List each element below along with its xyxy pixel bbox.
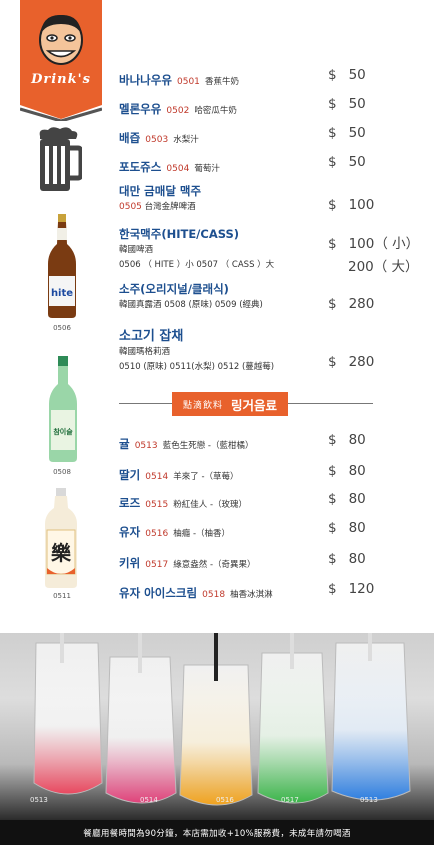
pouch bbox=[179, 664, 253, 806]
beer-mug-icon bbox=[39, 127, 82, 191]
drip-pouches-illustration bbox=[33, 633, 411, 806]
drip-item: 키위 0517 綠意盎然 -（奇異果） bbox=[119, 556, 256, 570]
menu-price: $50 bbox=[328, 154, 366, 170]
drip-price: $80 bbox=[328, 432, 366, 448]
menu-item: 대만 금매달 맥주 0505 台灣金牌啤酒 bbox=[119, 184, 202, 212]
section-tag: 點滴飲料 링거음료 bbox=[172, 392, 288, 416]
menu-item: 소주(오리지널/클래식) 韓國真露酒 0508 (原味) 0509 (經典) bbox=[119, 282, 263, 310]
straw bbox=[290, 633, 294, 669]
drip-item: 딸기 0514 羊來了 -（草莓） bbox=[119, 468, 239, 482]
menu-item: 소고기 잡채 韓國瑪格莉酒 0510 (原味) 0511(水梨) 0512 (蔓… bbox=[119, 329, 275, 372]
menu-price: $50 bbox=[328, 96, 366, 112]
menu-price: $280 bbox=[328, 354, 375, 370]
soju-label: 참이슬 bbox=[53, 427, 73, 436]
drip-price: $80 bbox=[328, 463, 366, 479]
straw bbox=[138, 633, 142, 673]
soju-bottle: 참이슬 bbox=[49, 356, 77, 462]
bottle-code-hite: 0506 bbox=[53, 324, 71, 332]
hite-beer-bottle: hite bbox=[48, 214, 76, 318]
brand-title: Drink's bbox=[31, 72, 91, 87]
drip-price: $80 bbox=[328, 520, 366, 536]
drip-price: $120 bbox=[328, 581, 375, 597]
drip-price: $80 bbox=[328, 491, 366, 507]
menu-price: $100 bbox=[328, 197, 375, 213]
bottle-code-makgeolli: 0511 bbox=[53, 592, 71, 600]
menu-item: 포도쥬스 0504 葡萄汁 bbox=[119, 160, 220, 174]
pouch bbox=[105, 656, 177, 804]
pouch bbox=[33, 642, 103, 795]
menu-price: $50 bbox=[328, 125, 366, 141]
drip-item: 유자 0516 柚癮 -（柚香） bbox=[119, 525, 231, 539]
footer-notice: 餐廳用餐時間為90分鐘，本店需加收+10%服務費，未成年請勿喝酒 bbox=[0, 820, 434, 845]
pouch bbox=[331, 642, 411, 801]
drip-drinks-photo: 0513 0514 0516 0517 0513 bbox=[0, 633, 434, 820]
pouch bbox=[257, 652, 329, 804]
straw bbox=[214, 633, 218, 681]
makgeolli-label: 樂 bbox=[51, 541, 72, 565]
hite-label: hite bbox=[51, 288, 73, 299]
bottle-code-soju: 0508 bbox=[53, 468, 71, 476]
drip-item: 로즈 0515 粉紅佳人 -（玫瑰） bbox=[119, 496, 248, 510]
photo-code: 0513 bbox=[360, 796, 378, 804]
menu-item: 배즙 0503 水梨汁 bbox=[119, 131, 199, 145]
menu-price: $50 bbox=[328, 67, 366, 83]
makgeolli-bottle: 樂 bbox=[45, 488, 77, 588]
photo-code: 0514 bbox=[140, 796, 158, 804]
straw bbox=[368, 633, 372, 661]
drip-price: $80 bbox=[328, 551, 366, 567]
drip-item: 귤 0513 藍色生死戀 -（藍柑橘） bbox=[119, 437, 254, 451]
menu-price-small: $100（ 小） bbox=[328, 236, 420, 252]
menu-item: 멜론우유 0502 哈密瓜牛奶 bbox=[119, 102, 237, 116]
menu-price-large: 200（ 大） bbox=[348, 259, 419, 275]
mascot-face-icon bbox=[39, 14, 83, 65]
straw bbox=[60, 633, 64, 663]
menu-price: $280 bbox=[328, 296, 375, 312]
photo-code: 0517 bbox=[281, 796, 299, 804]
menu-item: 바나나우유 0501 香蕉牛奶 bbox=[119, 73, 240, 87]
photo-code: 0516 bbox=[216, 796, 234, 804]
ribbon-chevron bbox=[20, 95, 102, 121]
drip-item: 유자 아이스크림 0518 柚香冰淇淋 bbox=[119, 586, 273, 600]
photo-code: 0513 bbox=[30, 796, 48, 804]
